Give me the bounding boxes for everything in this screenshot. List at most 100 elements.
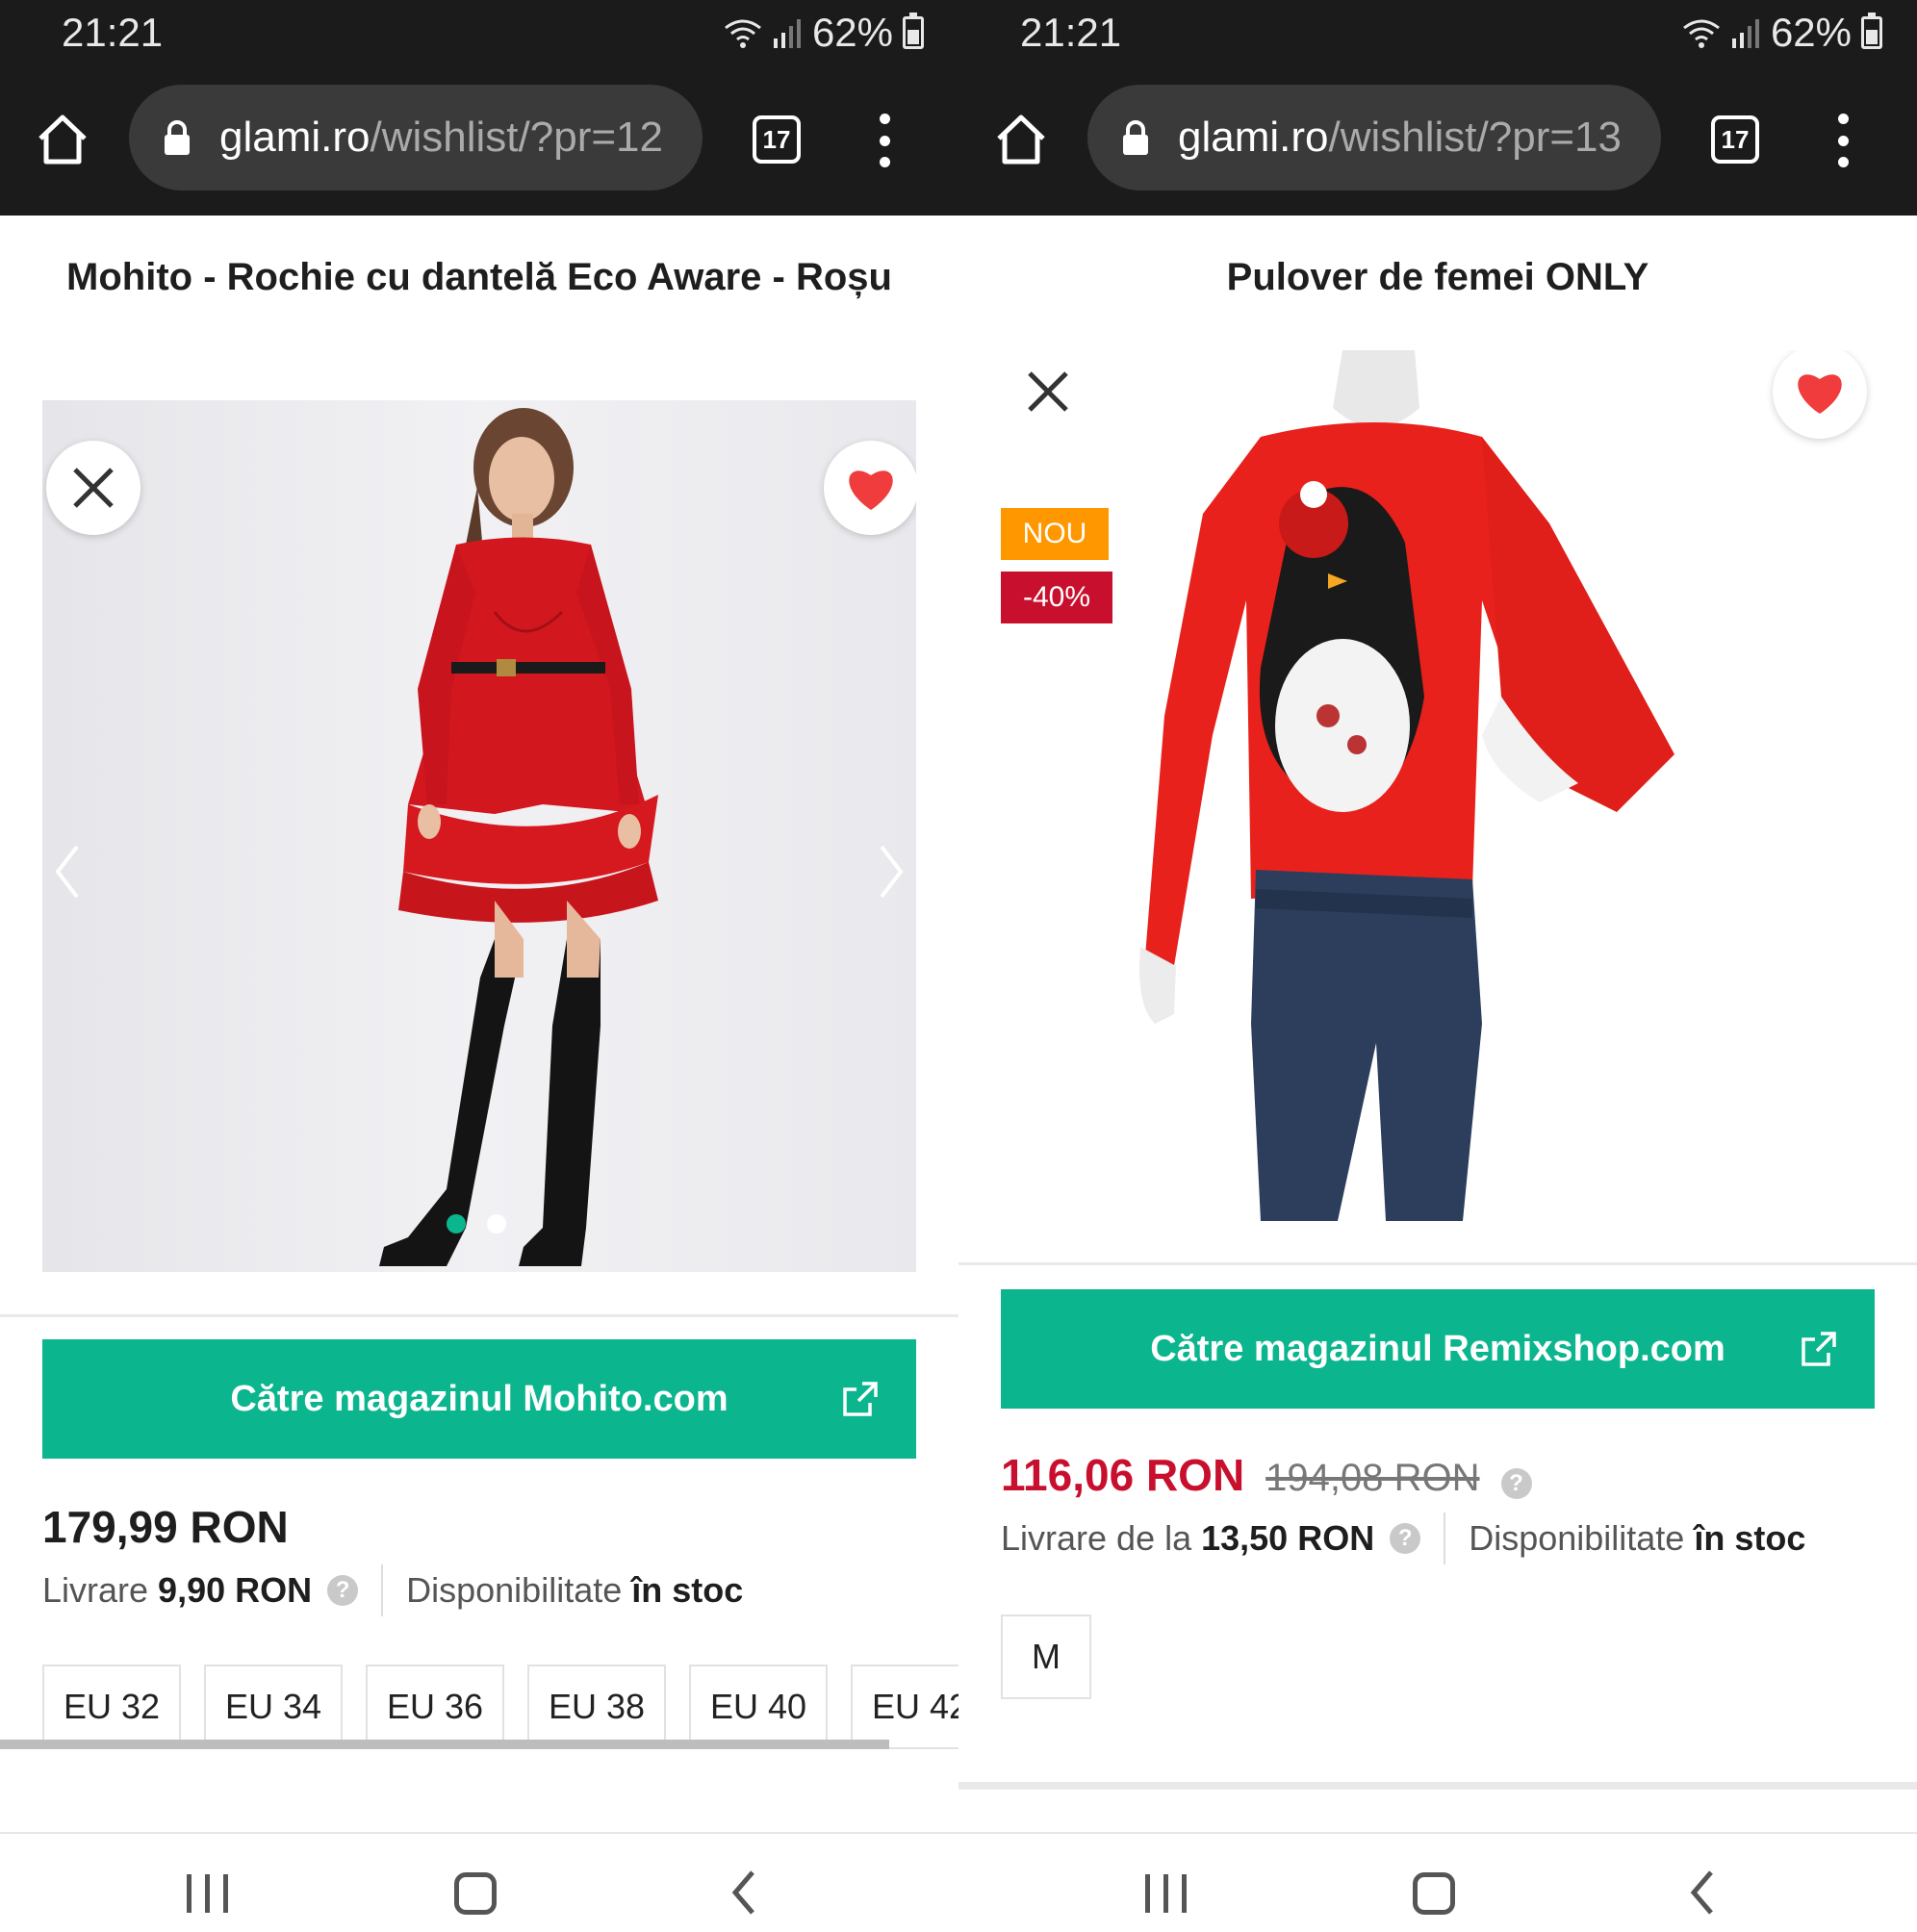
url-text: glami.ro/wishlist/?pr=12 [219, 114, 663, 162]
heart-icon [849, 470, 893, 510]
lock-icon [165, 120, 190, 155]
image-pager-dots [447, 1214, 506, 1233]
wifi-icon [725, 19, 761, 48]
size-chip[interactable]: EU 40 [689, 1665, 828, 1749]
product-title: Mohito - Rochie cu dantelă Eco Aware - R… [66, 256, 892, 298]
product-image[interactable] [42, 400, 916, 1272]
product-title: Pulover de femei ONLY [1226, 256, 1649, 298]
remove-from-wishlist-button[interactable] [46, 441, 141, 535]
nav-back-icon[interactable] [729, 1868, 758, 1917]
size-chip[interactable]: EU 34 [204, 1665, 343, 1749]
status-icons: 62% [1682, 10, 1882, 56]
delivery-availability-row: Livrare 9,90 RON ? Disponibilitate în st… [42, 1564, 743, 1616]
divider [958, 1262, 1917, 1265]
go-to-shop-button[interactable]: Către magazinul Mohito.com [42, 1339, 916, 1459]
delivery-value: 13,50 RON [1201, 1518, 1375, 1558]
help-icon[interactable]: ? [1500, 1468, 1532, 1499]
dress-illustration [379, 408, 658, 1266]
battery-percent: 62% [1770, 10, 1852, 55]
cta-label: Către magazinul Mohito.com [230, 1378, 728, 1419]
screenshot-pair: 21:21 62% glami.ro/wishlist/?pr=12 17 Mo… [0, 0, 1917, 1932]
help-icon[interactable]: ? [327, 1575, 359, 1606]
battery-icon [1861, 13, 1882, 49]
close-icon [73, 468, 114, 508]
availability-label: Disponibilitate [406, 1570, 623, 1610]
pager-dot[interactable] [487, 1214, 506, 1233]
status-time: 21:21 [1020, 10, 1122, 55]
url-host: glami.ro [219, 114, 371, 161]
delivery-value: 9,90 RON [158, 1570, 313, 1610]
browser-toolbar: glami.ro/wishlist/?pr=13 17 [958, 67, 1917, 216]
help-icon[interactable]: ? [1390, 1523, 1421, 1554]
size-chip[interactable]: EU 38 [527, 1665, 666, 1749]
status-bar: 21:21 62% [958, 0, 1917, 67]
nav-back-icon[interactable] [1688, 1868, 1717, 1917]
chevron-left-icon[interactable] [52, 843, 81, 901]
home-icon[interactable] [993, 112, 1049, 167]
pager-dot[interactable] [447, 1214, 466, 1233]
tabs-icon[interactable]: 17 [1711, 115, 1759, 164]
lock-icon [1123, 120, 1148, 155]
separator [1444, 1513, 1446, 1564]
new-badge: NOU [1001, 508, 1109, 560]
go-to-shop-button[interactable]: Către magazinul Remixshop.com [1001, 1289, 1875, 1409]
separator [381, 1564, 384, 1616]
sale-price: 116,06 RON [1001, 1450, 1245, 1500]
external-link-icon [843, 1382, 878, 1416]
heart-icon [1798, 374, 1842, 414]
availability-value: în stoc [631, 1570, 744, 1610]
delivery-label: Livrare de la [1001, 1518, 1192, 1558]
divider [958, 1782, 1917, 1790]
cta-label: Către magazinul Remixshop.com [1150, 1328, 1725, 1369]
recent-apps-icon[interactable] [187, 1874, 228, 1913]
divider [0, 1314, 958, 1317]
url-text: glami.ro/wishlist/?pr=13 [1178, 114, 1622, 162]
system-nav-bar [958, 1832, 1917, 1932]
delivery-label: Livrare [42, 1570, 149, 1610]
size-chip[interactable]: EU 42 [851, 1665, 958, 1749]
availability-label: Disponibilitate [1469, 1518, 1685, 1558]
nav-home-icon[interactable] [454, 1872, 497, 1915]
size-chip[interactable]: EU 32 [42, 1665, 181, 1749]
battery-icon [903, 13, 924, 49]
availability-value: în stoc [1694, 1518, 1806, 1558]
chevron-right-icon[interactable] [878, 843, 907, 901]
url-path: /wishlist/?pr=13 [1328, 114, 1622, 161]
tabs-icon[interactable]: 17 [753, 115, 801, 164]
size-chip[interactable]: M [1001, 1614, 1091, 1699]
left-screen: 21:21 62% glami.ro/wishlist/?pr=12 17 Mo… [0, 0, 958, 1932]
status-icons: 62% [724, 10, 924, 56]
size-list: EU 32 EU 34 EU 36 EU 38 EU 40 EU 42 [42, 1665, 958, 1749]
url-bar[interactable]: glami.ro/wishlist/?pr=13 [1087, 85, 1661, 191]
url-bar[interactable]: glami.ro/wishlist/?pr=12 [129, 85, 703, 191]
size-list: M [1001, 1614, 1091, 1699]
recent-apps-icon[interactable] [1145, 1874, 1187, 1913]
size-chip[interactable]: EU 36 [366, 1665, 504, 1749]
battery-percent: 62% [811, 10, 893, 55]
signal-icon [1731, 19, 1759, 48]
sweater-illustration [1139, 350, 1674, 1221]
right-screen: 21:21 62% glami.ro/wishlist/?pr=13 17 Pu… [958, 0, 1917, 1932]
product-image[interactable]: NOU -40% [1001, 350, 1875, 1224]
price-row: 116,06 RON 194,08 RON ? [1001, 1449, 1532, 1501]
home-icon[interactable] [35, 112, 90, 167]
status-bar: 21:21 62% [0, 0, 958, 67]
price-row: 179,99 RON [42, 1501, 289, 1553]
system-nav-bar [0, 1832, 958, 1932]
discount-badge: -40% [1001, 572, 1112, 623]
external-link-icon [1802, 1332, 1836, 1366]
menu-icon[interactable] [870, 114, 899, 167]
url-path: /wishlist/?pr=12 [370, 114, 663, 161]
nav-home-icon[interactable] [1413, 1872, 1455, 1915]
menu-icon[interactable] [1828, 114, 1857, 167]
signal-icon [773, 19, 801, 48]
browser-toolbar: glami.ro/wishlist/?pr=12 17 [0, 67, 958, 216]
url-host: glami.ro [1178, 114, 1329, 161]
status-time: 21:21 [62, 10, 164, 55]
size-scrollbar[interactable] [0, 1740, 889, 1749]
wifi-icon [1683, 19, 1720, 48]
old-price: 194,08 RON [1265, 1457, 1480, 1499]
delivery-availability-row: Livrare de la 13,50 RON ? Disponibilitat… [1001, 1513, 1805, 1564]
wishlist-heart-button[interactable] [824, 441, 916, 535]
price: 179,99 RON [42, 1502, 289, 1552]
